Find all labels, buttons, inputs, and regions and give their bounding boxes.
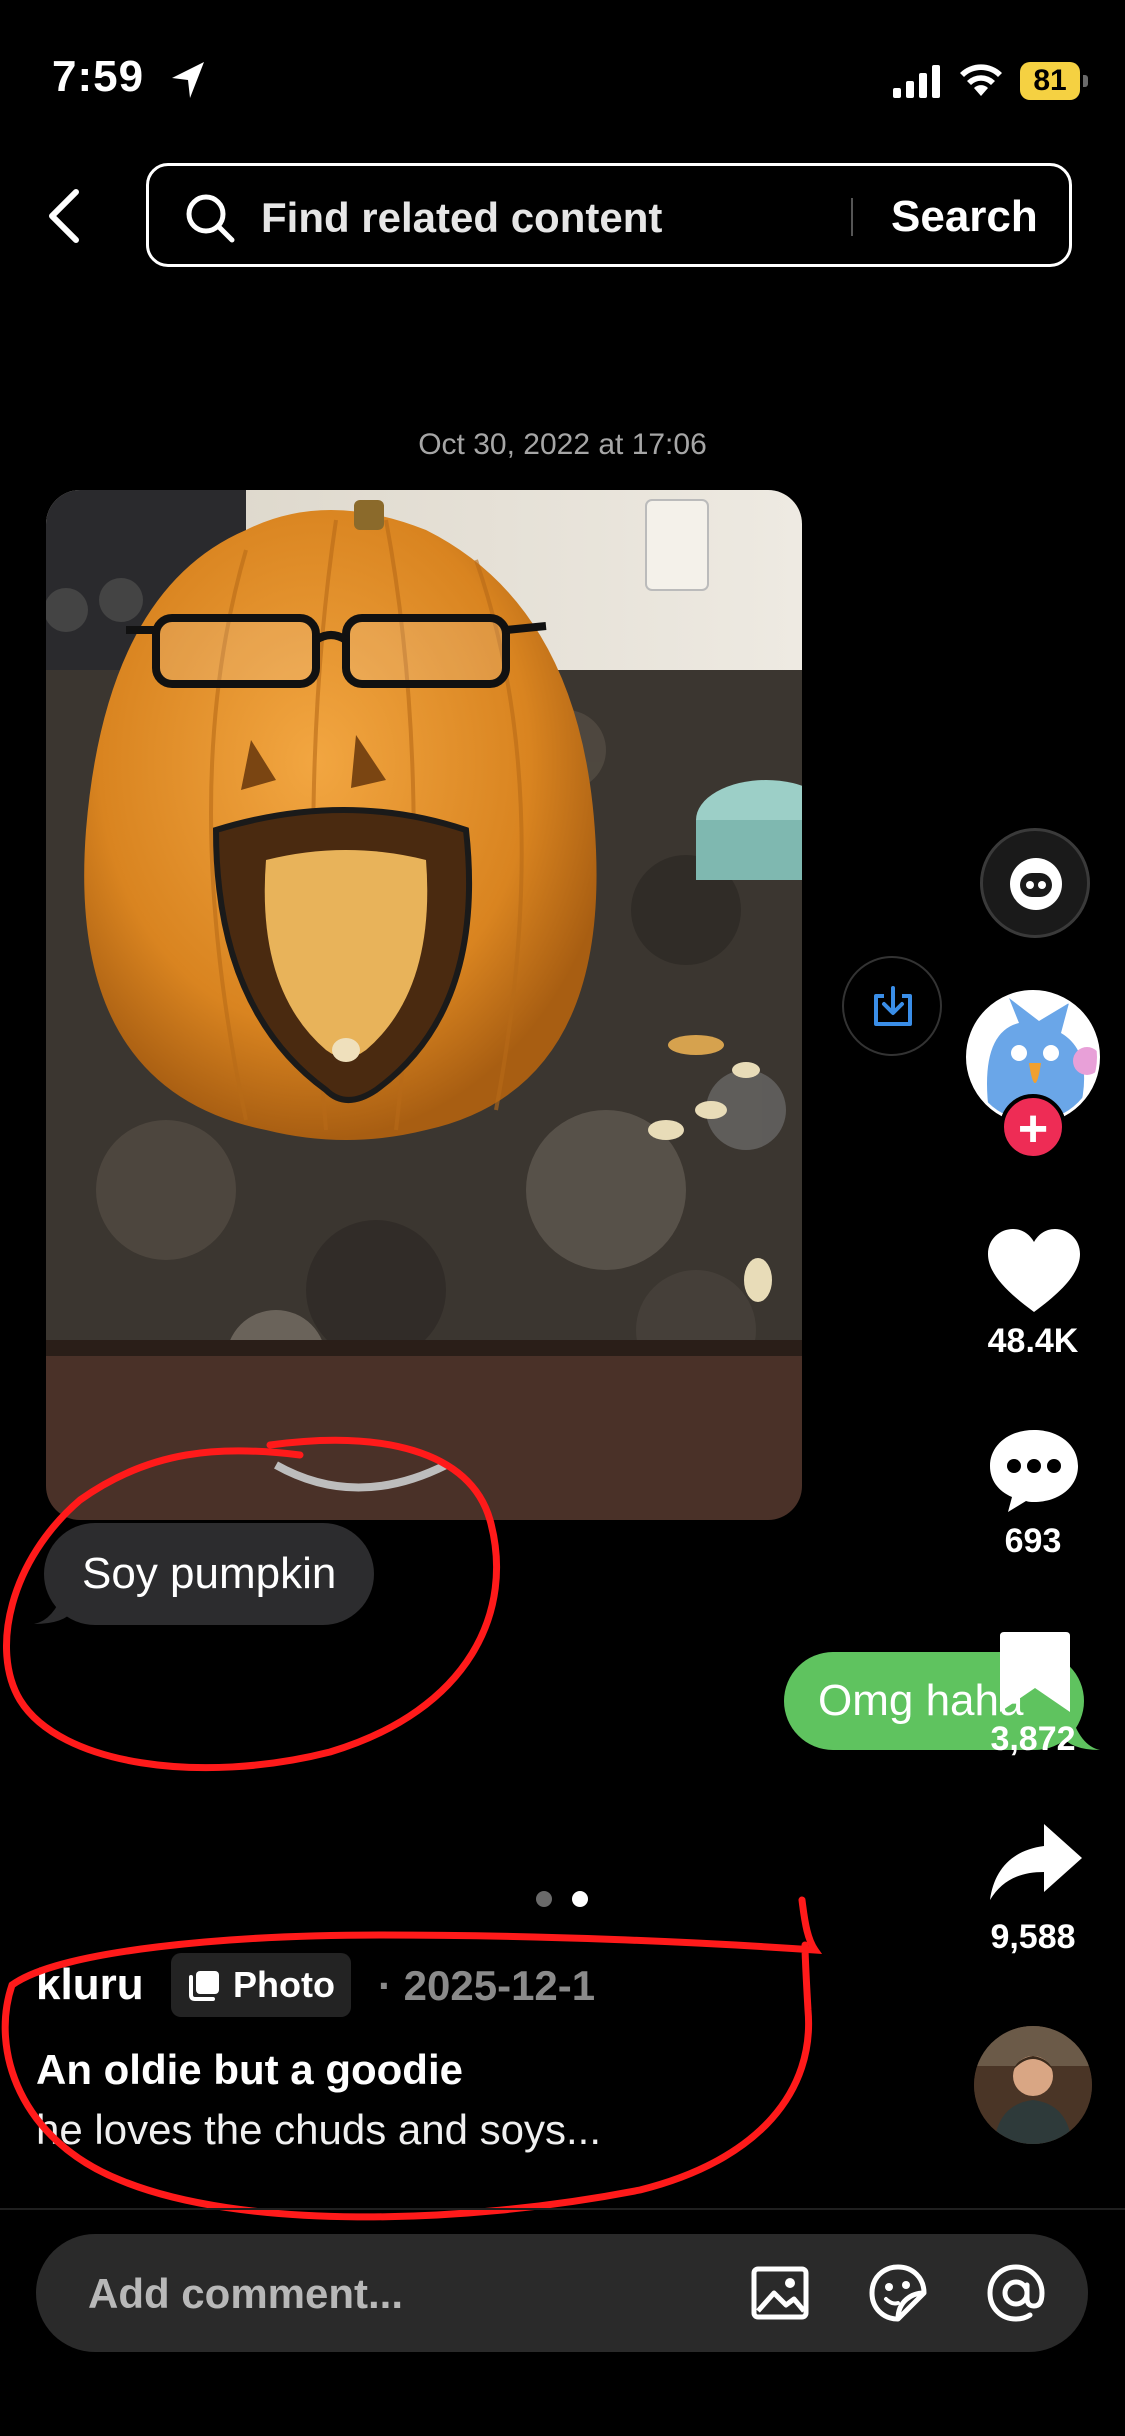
comment-count: 693 bbox=[1004, 1522, 1062, 1560]
bottom-divider bbox=[0, 2208, 1125, 2210]
sound-avatar[interactable] bbox=[974, 2026, 1092, 2144]
incoming-message-bubble: Soy pumpkin bbox=[44, 1523, 375, 1625]
post-title: An oldie but a goodie bbox=[36, 2046, 463, 2093]
search-button[interactable]: Search bbox=[891, 192, 1038, 242]
pumpkin-image bbox=[46, 490, 802, 1520]
battery-indicator: 81 bbox=[1020, 62, 1090, 100]
search-icon bbox=[186, 194, 235, 243]
comment-bar[interactable]: Add comment... bbox=[36, 2234, 1088, 2352]
search-input[interactable]: Find related content bbox=[261, 194, 662, 242]
photo-stack-icon bbox=[189, 1971, 219, 2001]
cellular-signal-icon bbox=[893, 65, 940, 98]
location-arrow-icon bbox=[172, 62, 204, 98]
page-dot-2-active bbox=[572, 1891, 588, 1907]
chat-bot-icon bbox=[1010, 858, 1062, 910]
share-arrow-icon[interactable] bbox=[986, 1818, 1086, 1908]
like-count: 48.4K bbox=[987, 1322, 1079, 1360]
photo-badge: Photo bbox=[171, 1953, 351, 2017]
post-description[interactable]: he loves the chuds and soys... bbox=[36, 2106, 601, 2154]
search-divider bbox=[851, 198, 853, 236]
download-icon bbox=[874, 986, 912, 1026]
pumpkin-photo[interactable] bbox=[46, 490, 802, 1520]
mention-at-icon[interactable] bbox=[984, 2261, 1048, 2325]
follow-plus-button[interactable]: + bbox=[1000, 1094, 1066, 1160]
photo-badge-label: Photo bbox=[233, 1964, 335, 2005]
battery-nub bbox=[1083, 75, 1088, 87]
battery-level: 81 bbox=[1020, 62, 1080, 100]
wifi-icon bbox=[960, 64, 1002, 96]
status-time: 7:59 bbox=[52, 52, 145, 101]
page-dot-1 bbox=[536, 1891, 552, 1907]
message-timestamp: Oct 30, 2022 at 17:06 bbox=[418, 428, 707, 461]
download-button[interactable] bbox=[842, 956, 942, 1056]
share-count: 9,588 bbox=[990, 1918, 1076, 1956]
heart-icon[interactable] bbox=[984, 1226, 1084, 1316]
author-name[interactable]: kluru bbox=[36, 1960, 144, 2010]
sticker-emoji-icon[interactable] bbox=[866, 2261, 930, 2325]
comment-bubble-icon[interactable] bbox=[984, 1426, 1084, 1516]
ai-assistant-button[interactable] bbox=[980, 828, 1090, 938]
save-count: 3,872 bbox=[990, 1720, 1076, 1758]
image-icon[interactable] bbox=[748, 2261, 812, 2325]
person-avatar-image bbox=[974, 2026, 1092, 2144]
comment-input[interactable]: Add comment... bbox=[88, 2270, 403, 2318]
bookmark-icon[interactable] bbox=[990, 1626, 1080, 1716]
post-date: · 2025-12-1 bbox=[378, 1962, 596, 2009]
back-arrow-icon[interactable] bbox=[44, 188, 90, 244]
search-bar[interactable]: Find related content Search bbox=[146, 163, 1072, 267]
